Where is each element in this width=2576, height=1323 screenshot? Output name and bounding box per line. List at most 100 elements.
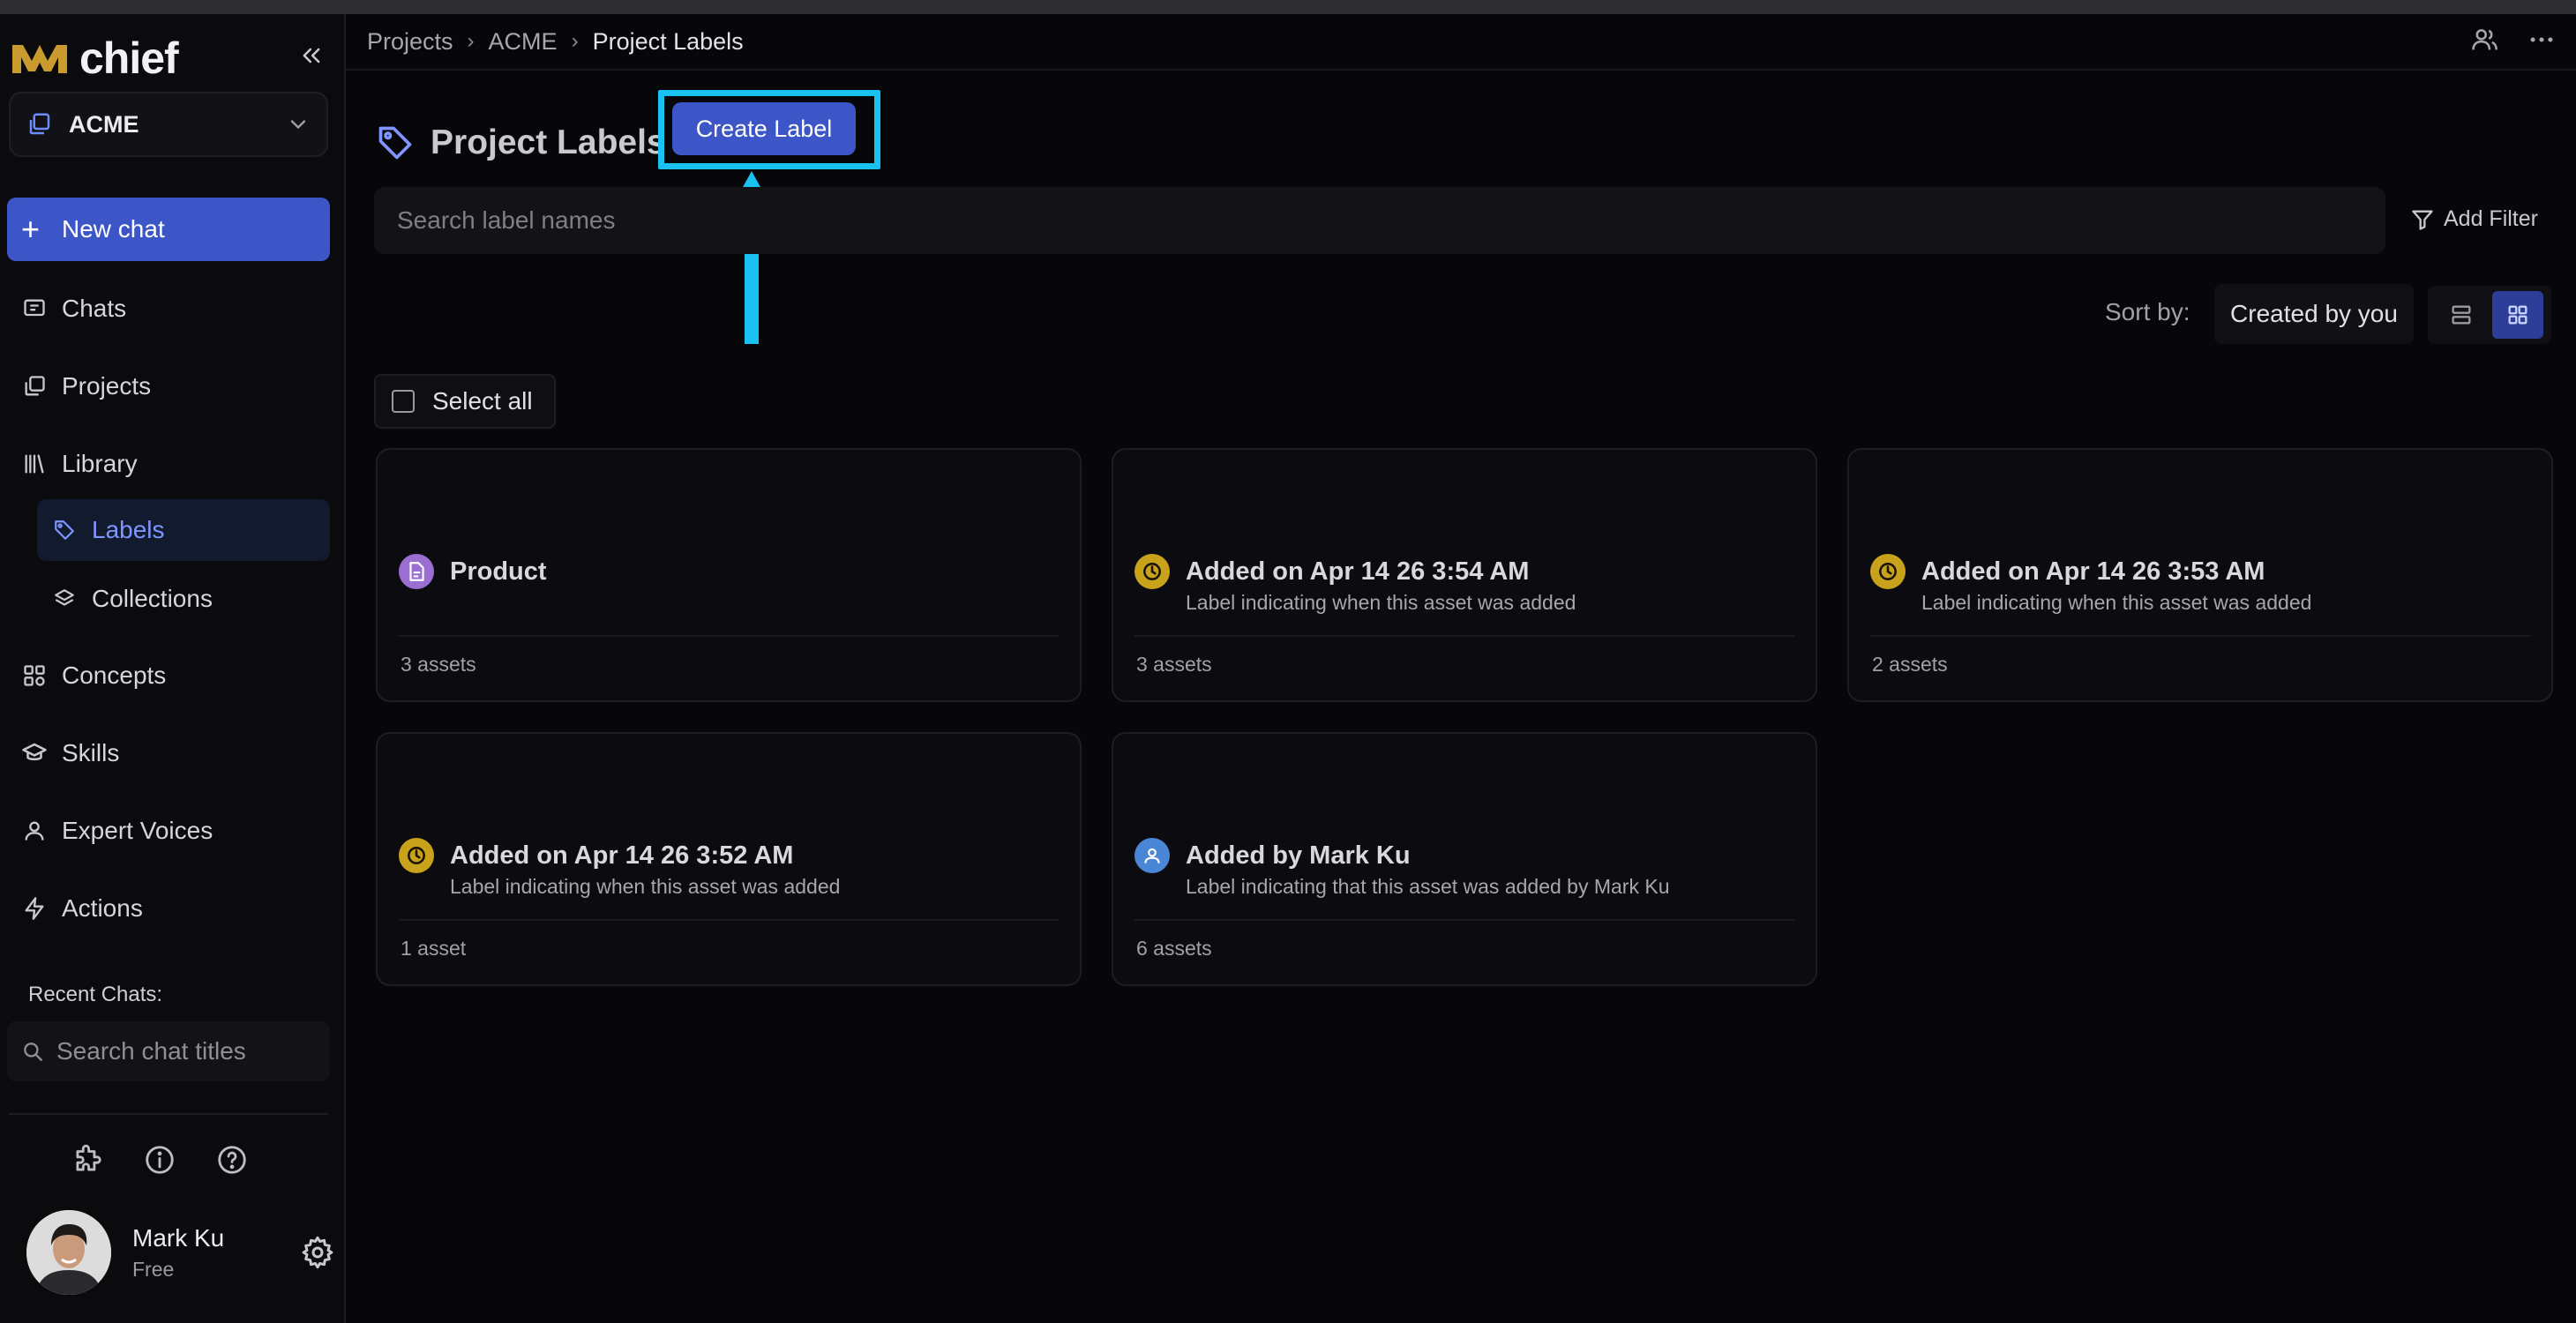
double-chevron-left-icon: [303, 48, 320, 64]
card-divider: [399, 635, 1059, 637]
label-card[interactable]: Added by Mark Ku Label indicating that t…: [1112, 732, 1817, 986]
chevron-down-icon: [290, 120, 306, 130]
sidebar-item-label: Actions: [62, 894, 143, 922]
workspace-name: ACME: [69, 110, 139, 138]
tag-icon: [49, 515, 79, 545]
filter-icon: [2412, 210, 2433, 230]
help-icon[interactable]: [215, 1143, 249, 1177]
label-card-description: Label indicating that this asset was add…: [1186, 875, 1670, 898]
add-filter-button[interactable]: Add Filter: [2410, 206, 2538, 232]
sidebar: chief ACME + New chat Chats Projects Lib…: [0, 14, 346, 1323]
chevron-right-icon: ›: [571, 29, 579, 53]
gear-icon[interactable]: [300, 1235, 335, 1270]
chevron-right-icon: ›: [467, 29, 475, 53]
label-card-description: Label indicating when this asset was add…: [450, 875, 841, 898]
workspace-selector[interactable]: ACME: [9, 92, 328, 157]
workspace-icon: [29, 113, 50, 135]
more-options-icon[interactable]: [2527, 25, 2557, 55]
label-card-count: 3 assets: [401, 653, 476, 676]
sidebar-item-label: Expert Voices: [62, 817, 213, 844]
list-view-button[interactable]: [2436, 291, 2487, 339]
grid-view-icon: [2508, 305, 2527, 325]
chat-search-input[interactable]: [56, 1037, 312, 1065]
label-card-title: Added by Mark Ku: [1186, 841, 1411, 870]
select-all-button[interactable]: Select all: [374, 374, 556, 429]
lightning-icon: [19, 893, 49, 923]
grid-view-button[interactable]: [2492, 291, 2543, 339]
brand: chief: [12, 32, 179, 85]
sidebar-footer-icons: [71, 1143, 249, 1177]
label-card-title: Product: [450, 557, 547, 586]
sidebar-item-label: Chats: [62, 295, 127, 322]
label-card-description: Label indicating when this asset was add…: [1921, 591, 2312, 614]
create-label-button[interactable]: Create Label: [672, 102, 856, 155]
clock-icon: [399, 838, 434, 873]
top-bar: Projects › ACME › Project Labels: [346, 14, 2576, 71]
label-card-description: Label indicating when this asset was add…: [1186, 591, 1576, 614]
sidebar-item-label: Collections: [92, 585, 213, 612]
person-icon: [1134, 838, 1170, 873]
label-card[interactable]: Product 3 assets: [376, 448, 1082, 702]
breadcrumb-projects[interactable]: Projects: [367, 28, 453, 56]
graduation-cap-icon: [19, 738, 49, 768]
sidebar-item-projects[interactable]: Projects: [7, 358, 330, 415]
card-divider: [1134, 919, 1794, 921]
sidebar-item-library[interactable]: Library: [7, 436, 330, 492]
new-chat-label: New chat: [62, 215, 165, 243]
library-icon: [19, 449, 49, 479]
recent-chats-label: Recent Chats:: [28, 983, 163, 1006]
tag-icon: [378, 126, 412, 160]
label-search-input[interactable]: [397, 206, 2363, 235]
card-divider: [1870, 635, 2530, 637]
sidebar-item-label: Concepts: [62, 662, 167, 689]
sidebar-item-skills[interactable]: Skills: [7, 725, 330, 781]
sort-by-label: Sort by:: [2105, 298, 2190, 325]
chat-search-field[interactable]: [7, 1021, 330, 1081]
window-top-strip: [0, 0, 2576, 14]
breadcrumb: Projects › ACME › Project Labels: [367, 28, 744, 56]
label-card[interactable]: Added on Apr 14 26 3:52 AM Label indicat…: [376, 732, 1082, 986]
view-toggle: [2428, 286, 2551, 344]
avatar: [26, 1210, 111, 1295]
person-icon: [19, 816, 49, 846]
sort-by-select[interactable]: Created by you: [2214, 284, 2414, 344]
sidebar-item-label: Library: [62, 450, 138, 477]
new-chat-button[interactable]: + New chat: [7, 198, 330, 261]
select-all-checkbox[interactable]: [392, 390, 415, 413]
collapse-sidebar-button[interactable]: [291, 35, 332, 76]
card-divider: [1134, 635, 1794, 637]
label-card-title: Added on Apr 14 26 3:54 AM: [1186, 557, 1530, 586]
puzzle-icon[interactable]: [71, 1143, 104, 1177]
label-card[interactable]: Added on Apr 14 26 3:53 AM Label indicat…: [1847, 448, 2553, 702]
people-icon[interactable]: [2470, 25, 2500, 55]
label-card[interactable]: Added on Apr 14 26 3:54 AM Label indicat…: [1112, 448, 1817, 702]
label-card-count: 6 assets: [1136, 937, 1212, 960]
page-title: Project Labels: [431, 123, 666, 161]
sidebar-item-concepts[interactable]: Concepts: [7, 647, 330, 704]
label-card-title: Added on Apr 14 26 3:52 AM: [450, 841, 794, 870]
sidebar-item-label: Labels: [92, 516, 165, 543]
user-name: Mark Ku: [132, 1223, 225, 1252]
label-card-title: Added on Apr 14 26 3:53 AM: [1921, 557, 2265, 586]
main-content: Projects › ACME › Project Labels Project…: [346, 14, 2576, 1323]
sidebar-item-expert-voices[interactable]: Expert Voices: [7, 803, 330, 859]
list-view-icon: [2452, 305, 2471, 325]
projects-icon: [19, 371, 49, 401]
info-icon[interactable]: [143, 1143, 176, 1177]
label-card-count: 3 assets: [1136, 653, 1212, 676]
user-profile[interactable]: Mark Ku Free: [26, 1207, 335, 1298]
sidebar-item-labels[interactable]: Labels: [37, 499, 330, 561]
breadcrumb-acme[interactable]: ACME: [489, 28, 558, 56]
label-search-field[interactable]: [374, 187, 2385, 254]
brand-name: chief: [79, 34, 179, 83]
clock-icon: [1870, 554, 1906, 589]
concepts-icon: [19, 661, 49, 691]
sidebar-item-actions[interactable]: Actions: [7, 880, 330, 937]
user-plan: Free: [132, 1257, 175, 1281]
label-card-count: 2 assets: [1872, 653, 1948, 676]
sidebar-item-collections[interactable]: Collections: [37, 568, 330, 630]
chief-logo-icon: [12, 45, 67, 73]
clock-icon: [1134, 554, 1170, 589]
sidebar-item-chats[interactable]: Chats: [7, 280, 330, 337]
select-all-label: Select all: [432, 387, 533, 415]
